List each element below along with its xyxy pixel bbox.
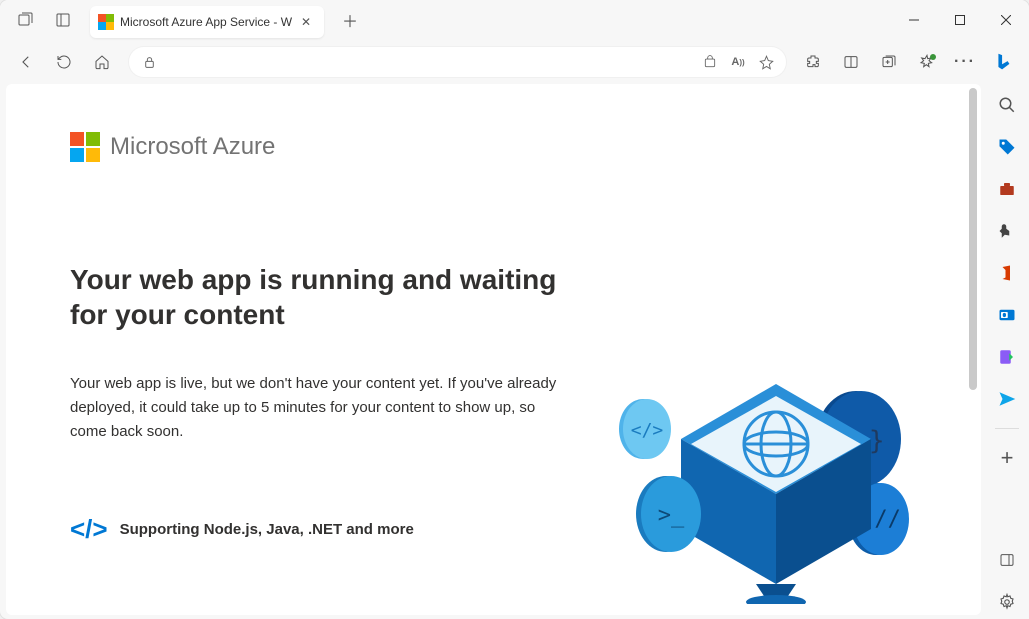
- support-text: Supporting Node.js, Java, .NET and more: [120, 521, 414, 538]
- scroll-thumb[interactable]: [969, 88, 977, 390]
- collections-icon[interactable]: [871, 44, 907, 80]
- sidebar: +: [985, 84, 1029, 619]
- page-viewport: Microsoft Azure Your web app is running …: [6, 84, 981, 615]
- address-bar[interactable]: A)): [128, 46, 787, 78]
- refresh-button[interactable]: [46, 44, 82, 80]
- search-icon[interactable]: [990, 88, 1024, 122]
- read-aloud-icon[interactable]: A)): [728, 52, 748, 72]
- back-button[interactable]: [8, 44, 44, 80]
- games-icon[interactable]: [990, 214, 1024, 248]
- tab-actions-icon[interactable]: [8, 3, 42, 37]
- page-heading: Your web app is running and waiting for …: [70, 262, 570, 332]
- toolbar: A)) ···: [0, 40, 1029, 84]
- split-screen-icon[interactable]: [833, 44, 869, 80]
- svg-text:</>: </>: [631, 420, 664, 441]
- outlook-icon[interactable]: [990, 298, 1024, 332]
- favorite-icon[interactable]: [756, 52, 776, 72]
- site-info-icon[interactable]: [139, 52, 159, 72]
- sidebar-divider: [995, 428, 1019, 429]
- minimize-button[interactable]: [891, 0, 937, 40]
- home-button[interactable]: [84, 44, 120, 80]
- shopping-tag-icon[interactable]: [990, 130, 1024, 164]
- bing-chat-icon[interactable]: [985, 44, 1021, 80]
- extensions-icon[interactable]: [795, 44, 831, 80]
- browser-window: Microsoft Azure App Service - W ✕ ＋: [0, 0, 1029, 619]
- shopping-icon[interactable]: [700, 52, 720, 72]
- computer-illustration: { } ://: [611, 364, 931, 604]
- support-row: </> Supporting Node.js, Java, .NET and m…: [70, 514, 570, 545]
- editor-icon[interactable]: [990, 340, 1024, 374]
- close-tab-icon[interactable]: ✕: [298, 14, 314, 30]
- svg-text:>_: >_: [658, 503, 685, 528]
- performance-icon[interactable]: [909, 44, 945, 80]
- microsoft-icon: [70, 132, 100, 162]
- scrollbar[interactable]: [967, 88, 979, 575]
- hide-sidebar-icon[interactable]: [990, 543, 1024, 577]
- add-sidebar-icon[interactable]: +: [990, 441, 1024, 475]
- code-icon: </>: [70, 514, 108, 545]
- settings-icon[interactable]: [990, 585, 1024, 619]
- title-bar: Microsoft Azure App Service - W ✕ ＋: [0, 0, 1029, 40]
- menu-icon[interactable]: ···: [947, 44, 983, 80]
- maximize-button[interactable]: [937, 0, 983, 40]
- browser-tab[interactable]: Microsoft Azure App Service - W ✕: [90, 6, 324, 38]
- workspaces-icon[interactable]: [46, 3, 80, 37]
- toolbox-icon[interactable]: [990, 172, 1024, 206]
- page-paragraph: Your web app is live, but we don't have …: [70, 372, 570, 444]
- brand-text: Microsoft Azure: [110, 133, 275, 161]
- office-icon[interactable]: [990, 256, 1024, 290]
- azure-logo: Microsoft Azure: [70, 132, 917, 162]
- favicon-icon: [98, 14, 114, 30]
- send-icon[interactable]: [990, 382, 1024, 416]
- url-input[interactable]: [167, 55, 692, 70]
- tab-title: Microsoft Azure App Service - W: [120, 15, 292, 29]
- new-tab-button[interactable]: ＋: [336, 6, 364, 34]
- close-window-button[interactable]: [983, 0, 1029, 40]
